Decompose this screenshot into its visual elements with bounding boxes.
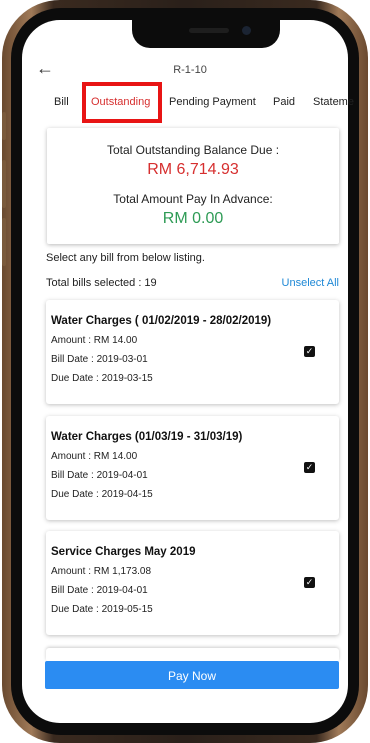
bill-due-date: Due Date : 2019-05-15 <box>51 604 153 615</box>
bill-card-partial <box>46 648 339 662</box>
total-bills-selected: Total bills selected : 19 <box>46 277 157 289</box>
front-camera <box>242 26 251 35</box>
bill-due-date: Due Date : 2019-03-15 <box>51 373 153 384</box>
bill-card[interactable]: Water Charges ( 01/02/2019 - 28/02/2019)… <box>46 300 339 404</box>
bill-title: Water Charges ( 01/02/2019 - 28/02/2019) <box>51 315 272 327</box>
bill-amount: Amount : RM 14.00 <box>51 335 138 346</box>
bill-card[interactable]: Water Charges (01/03/19 - 31/03/19) Amou… <box>46 416 339 520</box>
checkbox-checked-icon[interactable]: ✓ <box>304 462 315 473</box>
select-bill-hint: Select any bill from below listing. <box>46 252 205 264</box>
tab-statement[interactable]: Stateme <box>313 96 354 108</box>
checkbox-checked-icon[interactable]: ✓ <box>304 346 315 357</box>
bill-due-date: Due Date : 2019-04-15 <box>51 489 153 500</box>
bill-amount: Amount : RM 14.00 <box>51 451 138 462</box>
phone-notch <box>132 20 280 48</box>
outstanding-balance-label: Total Outstanding Balance Due : <box>106 143 280 157</box>
unselect-all-link[interactable]: Unselect All <box>250 277 339 289</box>
annotation-highlight-box <box>82 82 162 123</box>
bill-amount: Amount : RM 1,173.08 <box>51 566 152 577</box>
bill-title: Water Charges (01/03/19 - 31/03/19) <box>51 431 243 443</box>
back-arrow-icon[interactable]: ← <box>36 58 54 79</box>
bill-date: Bill Date : 2019-03-01 <box>51 354 148 365</box>
outstanding-balance-value: RM 6,714.93 <box>147 161 239 178</box>
page-title: R-1-10 <box>173 64 207 76</box>
balance-summary-card: Total Outstanding Balance Due : RM 6,714… <box>47 128 339 244</box>
advance-amount-value: RM 0.00 <box>162 210 224 227</box>
mute-switch <box>2 112 6 140</box>
bill-title: Service Charges May 2019 <box>51 546 196 558</box>
checkbox-checked-icon[interactable]: ✓ <box>304 577 315 588</box>
pay-now-button[interactable]: Pay Now <box>45 661 339 689</box>
bill-date: Bill Date : 2019-04-01 <box>51 470 148 481</box>
volume-up-button <box>2 160 6 208</box>
bill-date: Bill Date : 2019-04-01 <box>51 585 148 596</box>
volume-down-button <box>2 218 6 266</box>
tab-pending-payment[interactable]: Pending Payment <box>169 96 256 108</box>
advance-amount-label: Total Amount Pay In Advance: <box>113 192 273 206</box>
speaker-grille <box>189 28 229 33</box>
tab-bill[interactable]: Bill <box>54 96 69 108</box>
tab-paid[interactable]: Paid <box>273 96 295 108</box>
bill-card[interactable]: Service Charges May 2019 Amount : RM 1,1… <box>46 531 339 635</box>
